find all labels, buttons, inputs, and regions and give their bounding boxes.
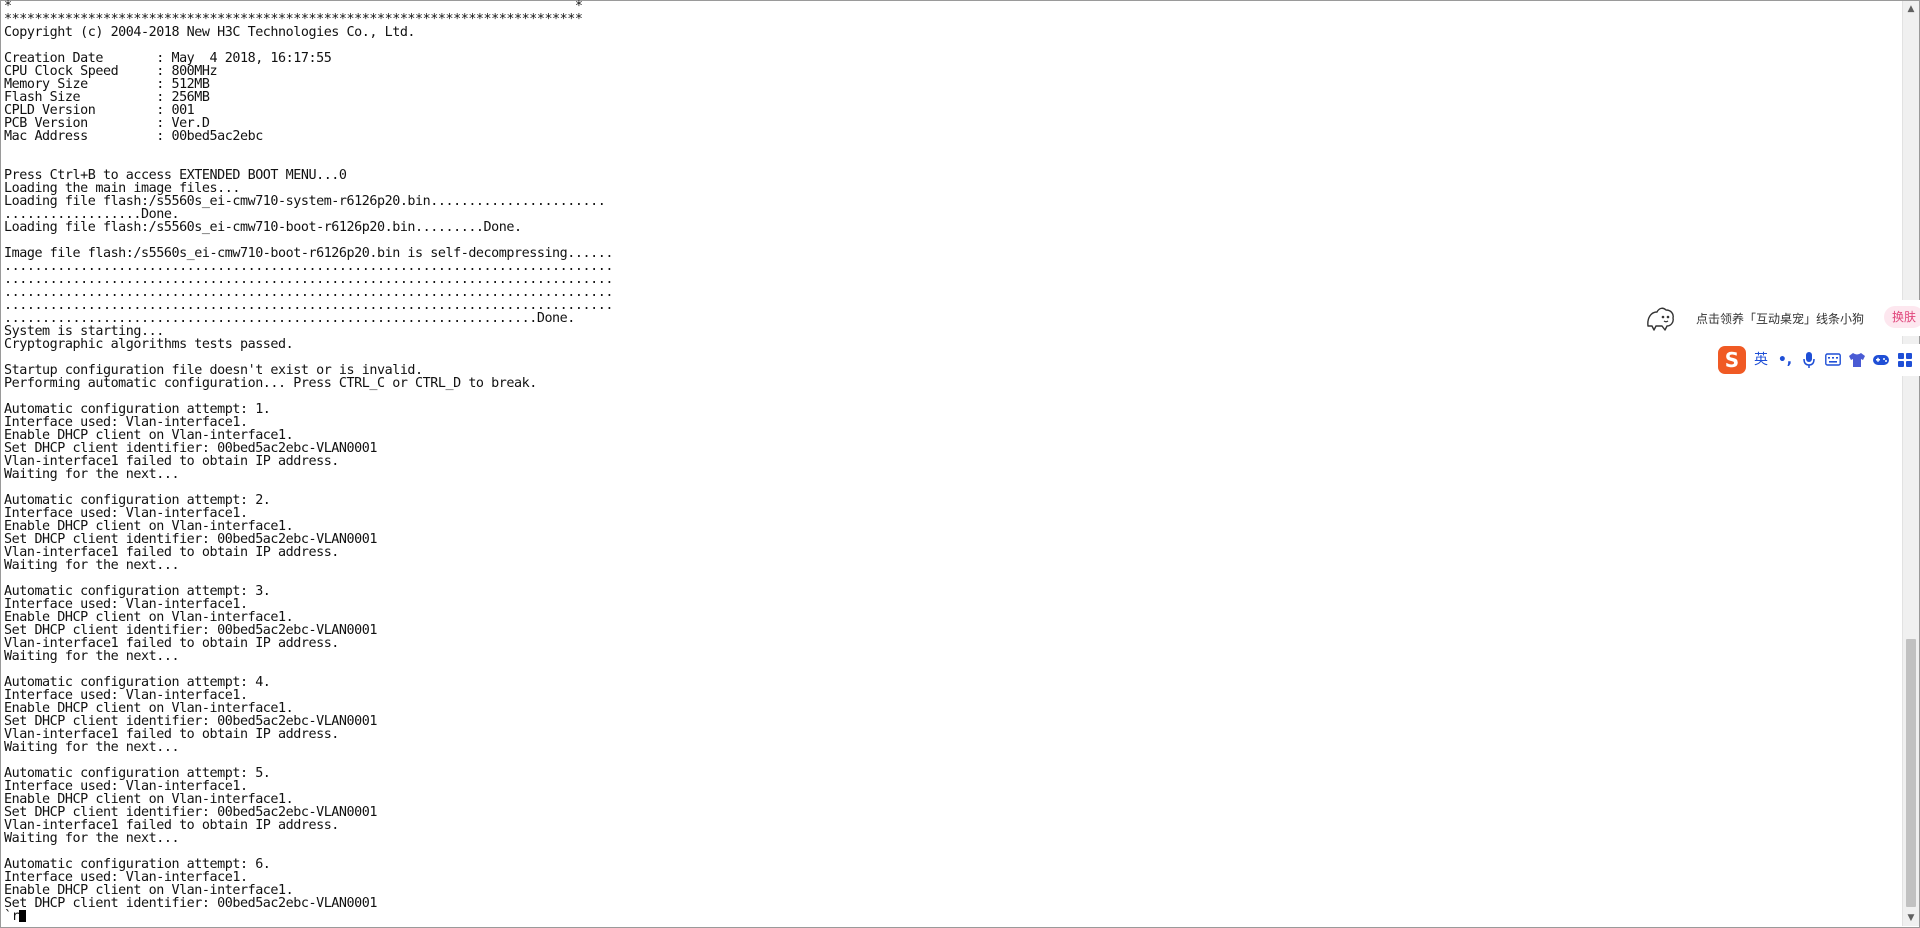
- terminal-line: CPU Clock Speed : 800MHz: [4, 64, 218, 79]
- terminal-line: Automatic configuration attempt: 5.: [4, 766, 271, 781]
- terminal-line: Loading file flash:/s5560s_ei-cmw710-sys…: [4, 194, 606, 209]
- terminal-prompt-line[interactable]: `r: [4, 910, 1894, 923]
- ime-promo-text[interactable]: 点击领养「互动桌宠」线条小狗: [1696, 310, 1896, 327]
- ime-promo-banner[interactable]: 点击领养「互动桌宠」线条小狗 换肤: [1640, 300, 1920, 336]
- microphone-icon[interactable]: [1798, 350, 1820, 370]
- terminal-line: CPLD Version : 001: [4, 103, 195, 118]
- terminal-lines: * * *************************************…: [4, 0, 1894, 910]
- terminal-line: Waiting for the next...: [4, 831, 180, 846]
- terminal-line: Flash Size : 256MB: [4, 90, 210, 105]
- terminal-line: Vlan-interface1 failed to obtain IP addr…: [4, 727, 339, 742]
- terminal-line: Waiting for the next...: [4, 740, 180, 755]
- ime-toolbar[interactable]: S 英 •,: [1712, 344, 1920, 376]
- terminal-line: ........................................…: [4, 311, 575, 326]
- terminal-line: Waiting for the next...: [4, 467, 180, 482]
- skin-shirt-icon[interactable]: [1846, 350, 1868, 370]
- text-cursor: [19, 910, 27, 922]
- terminal-line: Loading file flash:/s5560s_ei-cmw710-boo…: [4, 220, 522, 235]
- terminal-line: Waiting for the next...: [4, 649, 180, 664]
- scroll-up-arrow-icon[interactable]: ▲: [1903, 1, 1919, 17]
- vertical-scrollbar[interactable]: ▲ ▼: [1902, 1, 1919, 926]
- terminal-line: Vlan-interface1 failed to obtain IP addr…: [4, 636, 339, 651]
- terminal-line: Performing automatic configuration... Pr…: [4, 376, 537, 391]
- pet-dog-icon: [1647, 307, 1674, 331]
- scrollbar-thumb[interactable]: [1906, 639, 1916, 907]
- scroll-down-arrow-icon[interactable]: ▼: [1903, 910, 1919, 926]
- language-toggle-button[interactable]: 英: [1750, 350, 1772, 370]
- terminal-line: Press Ctrl+B to access EXTENDED BOOT MEN…: [4, 168, 347, 183]
- terminal-line: Automatic configuration attempt: 6.: [4, 857, 271, 872]
- keyboard-icon[interactable]: [1822, 350, 1844, 370]
- terminal-line: Automatic configuration attempt: 3.: [4, 584, 271, 599]
- sogou-logo-icon[interactable]: S: [1718, 346, 1746, 374]
- terminal-prompt: `r: [4, 909, 20, 924]
- terminal-line: Set DHCP client identifier: 00bed5ac2ebc…: [4, 896, 377, 911]
- terminal-output[interactable]: * * *************************************…: [4, 0, 1894, 925]
- terminal-line: Automatic configuration attempt: 4.: [4, 675, 271, 690]
- terminal-line: Mac Address : 00bed5ac2ebc: [4, 129, 263, 144]
- terminal-line: Vlan-interface1 failed to obtain IP addr…: [4, 818, 339, 833]
- terminal-line: Creation Date : May 4 2018, 16:17:55: [4, 51, 332, 66]
- terminal-line: Vlan-interface1 failed to obtain IP addr…: [4, 545, 339, 560]
- terminal-line: Automatic configuration attempt: 2.: [4, 493, 271, 508]
- terminal-line: Vlan-interface1 failed to obtain IP addr…: [4, 454, 339, 469]
- terminal-line: Memory Size : 512MB: [4, 77, 210, 92]
- terminal-line: Automatic configuration attempt: 1.: [4, 402, 271, 417]
- punctuation-icon[interactable]: •,: [1774, 350, 1796, 370]
- toolbox-grid-icon[interactable]: [1894, 350, 1916, 370]
- terminal-line: Copyright (c) 2004-2018 New H3C Technolo…: [4, 25, 416, 40]
- terminal-line: Waiting for the next...: [4, 558, 180, 573]
- game-controller-icon[interactable]: [1870, 350, 1892, 370]
- change-skin-button[interactable]: 换肤: [1884, 306, 1920, 328]
- terminal-line: PCB Version : Ver.D: [4, 116, 210, 131]
- terminal-line: Cryptographic algorithms tests passed.: [4, 337, 294, 352]
